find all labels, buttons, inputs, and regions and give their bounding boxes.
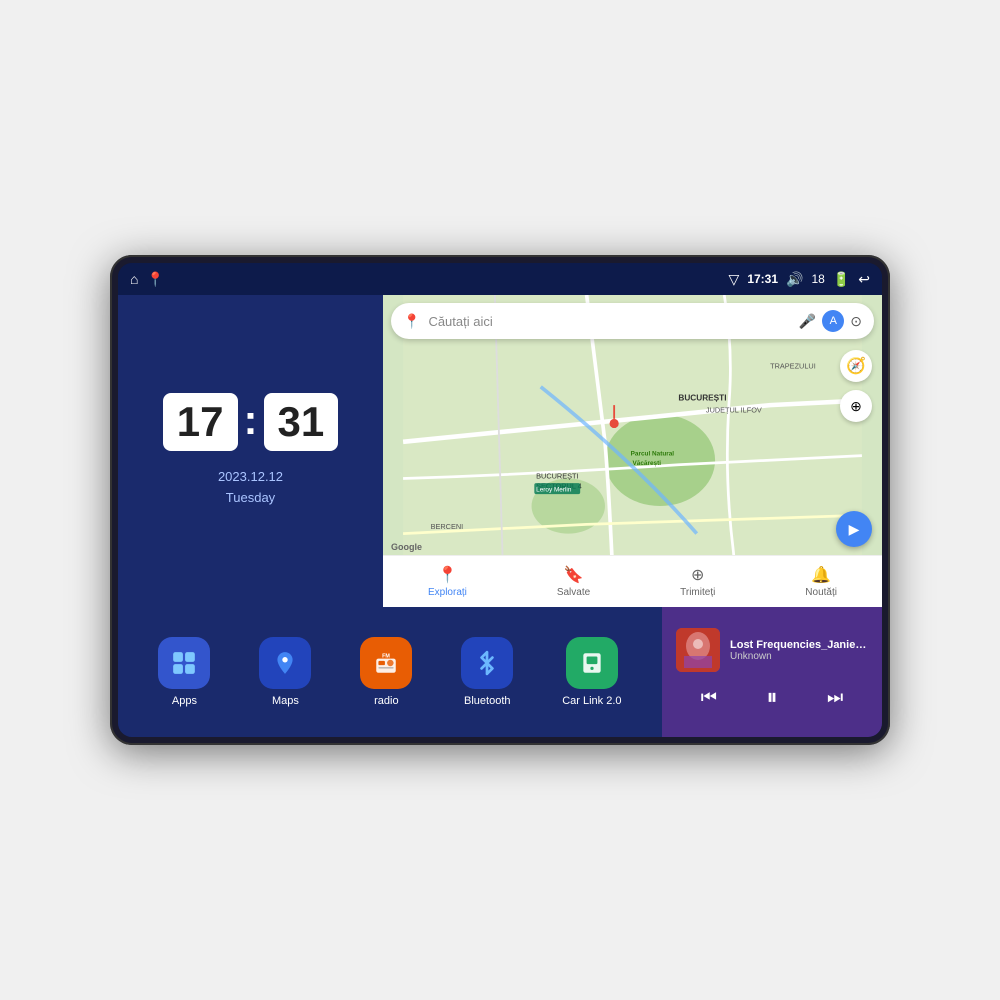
apps-label: Apps	[172, 695, 197, 707]
volume-icon: 🔊	[786, 271, 803, 288]
carlink-icon	[566, 637, 618, 689]
send-icon: ⊕	[691, 565, 704, 585]
device-frame: ⌂ 📍 ▽ 17:31 🔊 18 🔋 ↩ 17 :	[110, 255, 890, 745]
status-bar: ⌂ 📍 ▽ 17:31 🔊 18 🔋 ↩	[118, 263, 882, 295]
svg-text:BUCUREȘTI: BUCUREȘTI	[678, 394, 726, 403]
send-label: Trimiteți	[680, 587, 715, 598]
app-item-apps[interactable]: Apps	[158, 637, 210, 707]
google-logo: Google	[391, 542, 422, 552]
map-compass-button[interactable]: 🧭	[840, 350, 872, 382]
radio-icon: FM	[360, 637, 412, 689]
svg-text:Leroy Merlin: Leroy Merlin	[536, 486, 572, 493]
carlink-label: Car Link 2.0	[562, 695, 621, 707]
map-panel[interactable]: BUCUREȘTI JUDEȚUL ILFOV BERCENI TRAPEZUL…	[383, 295, 882, 607]
maps-label: Maps	[272, 695, 299, 707]
clock-minutes: 31	[264, 393, 339, 451]
battery-icon: 🔋	[833, 271, 850, 288]
svg-text:Parcul Natural: Parcul Natural	[631, 451, 675, 458]
music-text: Lost Frequencies_Janieck Devy-... Unknow…	[730, 639, 868, 662]
map-location-button[interactable]: ⊕	[840, 390, 872, 422]
news-label: Noutăți	[805, 587, 837, 598]
app-item-bluetooth[interactable]: Bluetooth	[461, 637, 513, 707]
saved-icon: 🔖	[564, 565, 584, 585]
saved-label: Salvate	[557, 587, 590, 598]
maps-icon	[259, 637, 311, 689]
explore-label: Explorați	[428, 587, 467, 598]
maps-logo-icon: 📍	[403, 313, 420, 330]
apps-icon	[158, 637, 210, 689]
bluetooth-icon	[461, 637, 513, 689]
app-item-radio[interactable]: FM radio	[360, 637, 412, 707]
device-screen: ⌂ 📍 ▽ 17:31 🔊 18 🔋 ↩ 17 :	[118, 263, 882, 737]
map-search-bar[interactable]: 📍 Căutați aici 🎤 A ⊙	[391, 303, 874, 339]
map-tab-send[interactable]: ⊕ Trimiteți	[680, 565, 715, 598]
music-controls: ⏮ ⏸ ⏭	[676, 678, 868, 716]
clock-hours: 17	[163, 393, 238, 451]
signal-icon: ▽	[729, 271, 740, 288]
account-icon[interactable]: A	[822, 310, 844, 332]
location-pin-icon[interactable]: 📍	[146, 271, 163, 288]
radio-label: radio	[374, 695, 398, 707]
music-thumbnail	[676, 628, 720, 672]
map-bottom-bar: 📍 Explorați 🔖 Salvate ⊕ Trimiteți 🔔	[383, 555, 882, 607]
top-section: 17 : 31 2023.12.12 Tuesday	[118, 295, 882, 607]
map-tab-explore[interactable]: 📍 Explorați	[428, 565, 467, 598]
status-bar-right: ▽ 17:31 🔊 18 🔋 ↩	[729, 271, 870, 288]
svg-text:BUCUREȘTI: BUCUREȘTI	[536, 472, 578, 481]
apps-section: Apps Maps	[118, 607, 662, 737]
status-bar-left: ⌂ 📍	[130, 271, 164, 288]
bluetooth-label: Bluetooth	[464, 695, 510, 707]
music-artist: Unknown	[730, 651, 868, 662]
svg-text:BERCENI: BERCENI	[431, 522, 464, 531]
home-icon[interactable]: ⌂	[130, 271, 138, 287]
svg-text:JUDEȚUL ILFOV: JUDEȚUL ILFOV	[706, 405, 762, 414]
music-play-pause-button[interactable]: ⏸	[760, 682, 783, 712]
search-placeholder[interactable]: Căutați aici	[428, 314, 790, 329]
app-item-maps[interactable]: Maps	[259, 637, 311, 707]
svg-text:Văcărești: Văcărești	[633, 460, 662, 467]
clock-colon: :	[244, 399, 258, 441]
main-content: 17 : 31 2023.12.12 Tuesday	[118, 295, 882, 737]
svg-text:FM: FM	[382, 654, 390, 660]
status-time: 17:31	[747, 272, 778, 286]
map-search-right: 🎤 A ⊙	[799, 310, 862, 332]
bottom-section: Apps Maps	[118, 607, 882, 737]
clock-date: 2023.12.12 Tuesday	[218, 467, 283, 509]
clock-display: 17 : 31	[163, 393, 338, 451]
music-prev-button[interactable]: ⏮	[695, 685, 723, 710]
voice-search-icon[interactable]: 🎤	[799, 313, 816, 330]
music-next-button[interactable]: ⏭	[821, 685, 849, 710]
svg-text:TRAPEZULUI: TRAPEZULUI	[770, 361, 816, 370]
news-icon: 🔔	[811, 565, 831, 585]
explore-icon: 📍	[437, 565, 457, 585]
music-title: Lost Frequencies_Janieck Devy-...	[730, 639, 868, 651]
map-tab-saved[interactable]: 🔖 Salvate	[557, 565, 590, 598]
clock-panel: 17 : 31 2023.12.12 Tuesday	[118, 295, 383, 607]
back-icon[interactable]: ↩	[858, 271, 870, 288]
volume-level: 18	[811, 272, 824, 286]
music-info: Lost Frequencies_Janieck Devy-... Unknow…	[676, 628, 868, 672]
map-navigate-button[interactable]: ▶	[836, 511, 872, 547]
app-item-carlink[interactable]: Car Link 2.0	[562, 637, 621, 707]
map-tab-news[interactable]: 🔔 Noutăți	[805, 565, 837, 598]
music-player: Lost Frequencies_Janieck Devy-... Unknow…	[662, 607, 882, 737]
layers-icon[interactable]: ⊙	[850, 313, 862, 330]
